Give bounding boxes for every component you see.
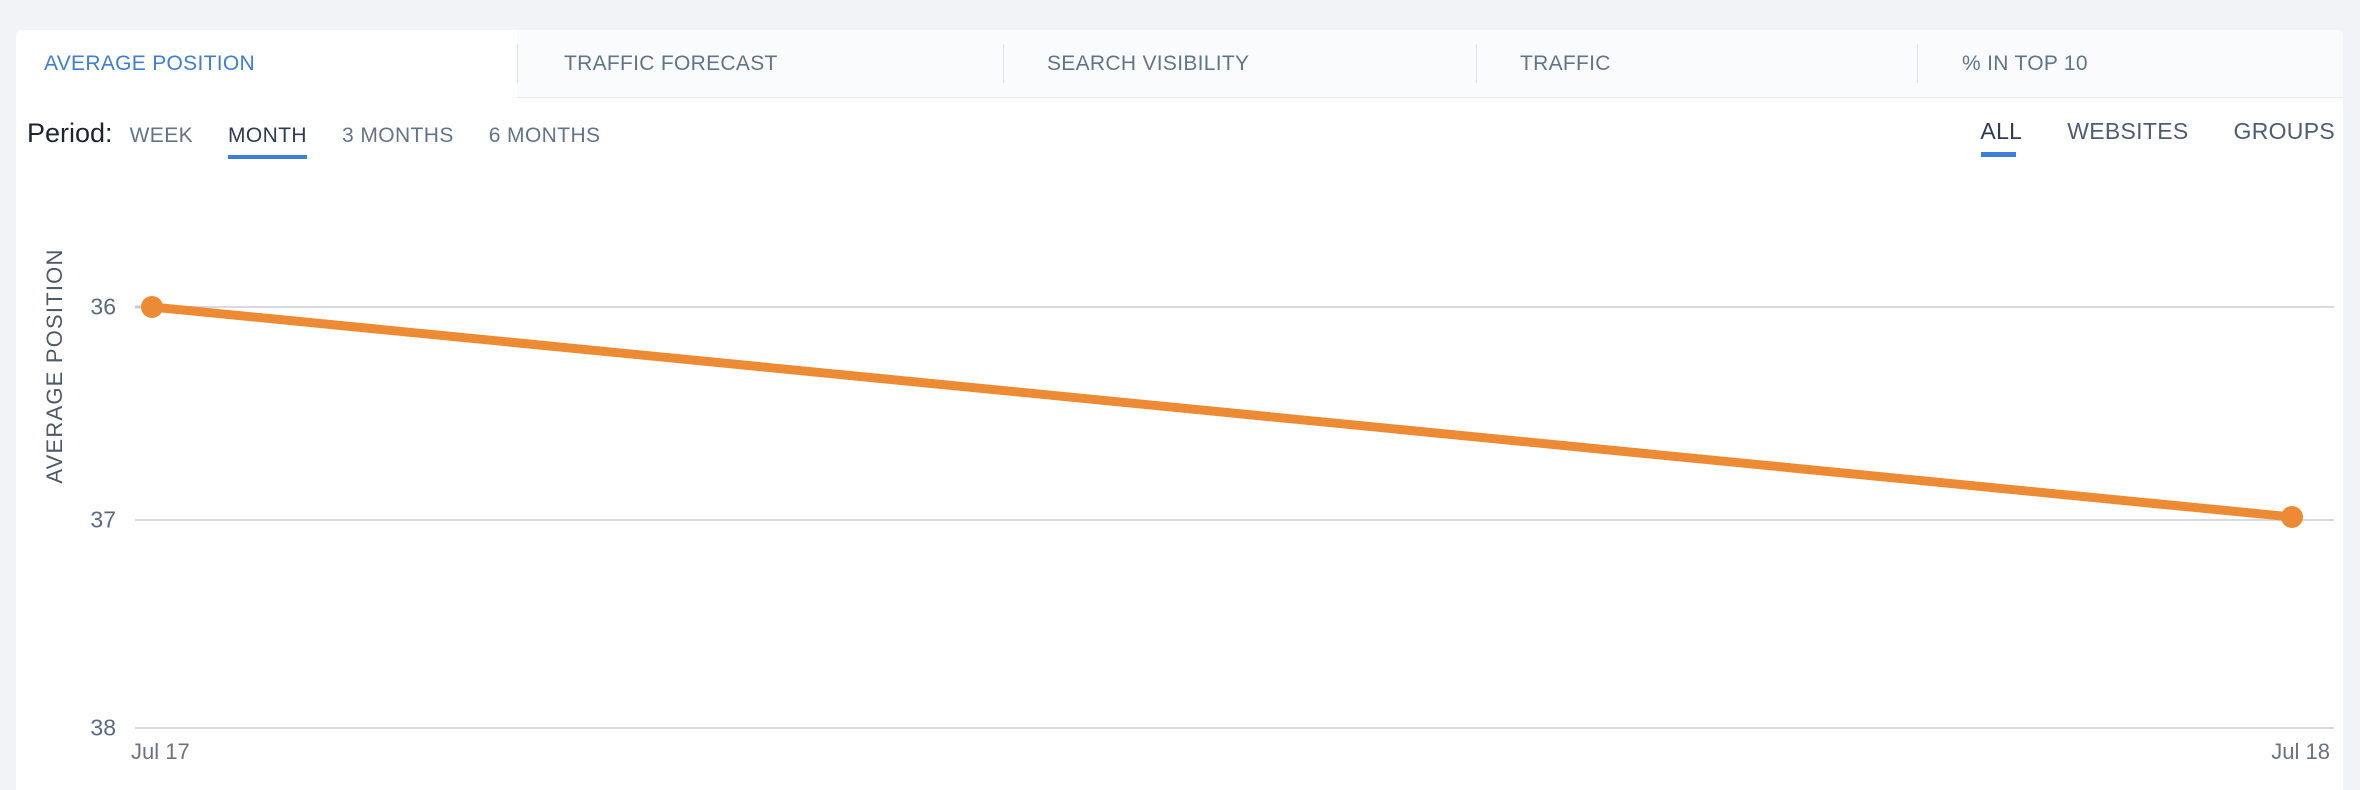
tab-traffic[interactable]: TRAFFIC [1476, 30, 1917, 98]
tab-search-visibility[interactable]: SEARCH VISIBILITY [1003, 30, 1476, 98]
tab-average-position[interactable]: AVERAGE POSITION [16, 30, 517, 98]
tab-separator [1476, 44, 1477, 83]
data-point-jul-17[interactable] [141, 296, 163, 318]
period-option-week[interactable]: WEEK [130, 124, 193, 159]
tab-label: TRAFFIC [1520, 51, 1611, 75]
period-option-3-months[interactable]: 3 MONTHS [342, 124, 454, 159]
average-position-card: AVERAGE POSITION TRAFFIC FORECAST SEARCH… [16, 30, 2343, 790]
tab-separator [1917, 44, 1918, 83]
tab-label: % IN TOP 10 [1962, 51, 2088, 75]
chart-plot-svg [135, 296, 2334, 729]
tab-separator [1003, 44, 1004, 83]
tab-label: AVERAGE POSITION [44, 51, 255, 75]
x-axis-tick: Jul 18 [2271, 739, 2330, 764]
tab-label: SEARCH VISIBILITY [1047, 51, 1250, 75]
tab-separator [517, 44, 518, 83]
period-selector: Period: WEEK MONTH 3 MONTHS 6 MONTHS [27, 118, 635, 159]
tab-traffic-forecast[interactable]: TRAFFIC FORECAST [517, 30, 1003, 98]
scope-option-websites[interactable]: WEBSITES [2067, 118, 2188, 157]
period-label: Period: [27, 118, 113, 148]
tab-percent-in-top-10[interactable]: % IN TOP 10 [1917, 30, 2343, 98]
period-option-month[interactable]: MONTH [228, 124, 308, 159]
scope-option-all[interactable]: ALL [1980, 118, 2022, 157]
scope-option-groups[interactable]: GROUPS [2234, 118, 2335, 157]
data-point-jul-18[interactable] [2281, 506, 2303, 528]
chart-controls-row: Period: WEEK MONTH 3 MONTHS 6 MONTHS ALL… [16, 98, 2343, 173]
scope-selector: ALL WEBSITES GROUPS [1935, 118, 2335, 157]
period-option-6-months[interactable]: 6 MONTHS [489, 124, 601, 159]
metric-tabbar: AVERAGE POSITION TRAFFIC FORECAST SEARCH… [16, 30, 2343, 98]
average-position-chart: AVERAGE POSITION 36 37 38 Jul 17 Jul 18 [16, 173, 2343, 790]
series-line-average-position [147, 302, 2297, 522]
x-axis-tick: Jul 17 [131, 739, 190, 764]
tab-label: TRAFFIC FORECAST [564, 51, 778, 75]
